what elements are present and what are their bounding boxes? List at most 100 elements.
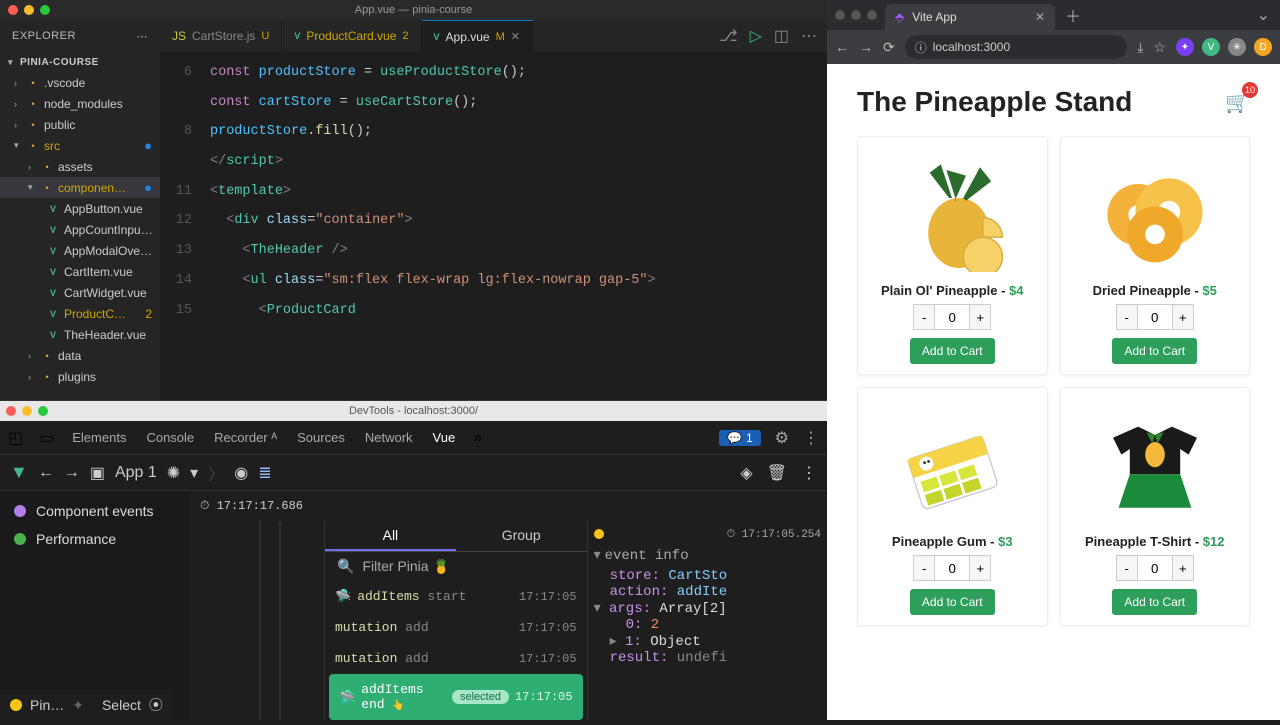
gear-icon[interactable]: ⚙	[775, 428, 789, 448]
forward-icon[interactable]: →	[859, 39, 873, 55]
filter-input[interactable]: 🔍 Filter Pinia 🍍	[325, 552, 587, 581]
info-icon: ⓘ	[915, 39, 927, 56]
overflow-icon[interactable]: »	[473, 429, 482, 447]
quantity-stepper[interactable]: -+	[913, 555, 991, 581]
kebab-icon[interactable]: ⋮	[803, 428, 819, 448]
back-icon[interactable]: ←	[835, 39, 849, 55]
tree-folder[interactable]: ›🞄node_modules	[0, 93, 160, 114]
install-icon[interactable]: ⤓	[1137, 39, 1143, 56]
trash-icon[interactable]: 🗑	[767, 463, 787, 483]
increment-button: +	[1172, 555, 1194, 581]
tree-folder[interactable]: ▾🞄componen…●	[0, 177, 160, 198]
explorer-more-icon[interactable]: ⋯	[137, 30, 149, 43]
compass-icon[interactable]: ◉	[234, 463, 248, 483]
product-image	[1071, 147, 1240, 277]
tab-network[interactable]: Network	[363, 426, 415, 449]
event-row[interactable]: mutation add17:17:05	[325, 643, 587, 674]
product-image	[1071, 398, 1240, 528]
eye-off-icon[interactable]: ⦿	[149, 695, 163, 715]
cart-button[interactable]: 🛒 10	[1225, 90, 1250, 115]
increment-button: +	[1172, 304, 1194, 330]
gear-icon[interactable]: ✺	[167, 463, 180, 483]
back-icon[interactable]: ←	[38, 464, 54, 482]
tree-file[interactable]: VProductC…2	[0, 303, 160, 324]
more-icon[interactable]: ⋯	[801, 26, 817, 46]
inspect-icon[interactable]: ◰	[8, 428, 23, 448]
close-icon[interactable]: ✕	[511, 30, 520, 43]
product-card: Plain Ol' Pineapple - $4 -+ Add to Cart	[857, 136, 1048, 375]
quantity-stepper[interactable]: -+	[1116, 555, 1194, 581]
events-tab-all[interactable]: All	[325, 521, 456, 551]
code-editor[interactable]: 6const productStore = useProductStore();…	[160, 52, 827, 400]
tab-appvue[interactable]: VApp.vueM✕	[422, 20, 533, 52]
forward-icon[interactable]: →	[64, 464, 80, 482]
devtools-tabs: ◰ ▭ Elements Console Recorder ᴬ Sources …	[0, 421, 827, 455]
close-icon[interactable]: ✕	[1035, 10, 1045, 24]
tree-file[interactable]: VCartItem.vue	[0, 261, 160, 282]
tab-elements[interactable]: Elements	[70, 426, 128, 449]
chevron-down-icon[interactable]: ▾	[190, 463, 198, 483]
add-to-cart-button[interactable]: Add to Cart	[910, 589, 995, 615]
select-button[interactable]: Select	[102, 697, 141, 713]
quantity-stepper[interactable]: -+	[1116, 304, 1194, 330]
tree-folder[interactable]: ›🞄public	[0, 114, 160, 135]
tab-sources[interactable]: Sources	[295, 426, 347, 449]
tree-folder[interactable]: ▾🞄src●	[0, 135, 160, 156]
timeline-icon[interactable]: ≣	[258, 463, 271, 483]
tab-vue[interactable]: Vue	[431, 426, 458, 449]
tab-cartstore[interactable]: JSCartStore.jsU	[160, 20, 282, 52]
profile-icon[interactable]: D	[1254, 38, 1272, 56]
tree-folder[interactable]: ›🞄plugins	[0, 366, 160, 387]
events-tab-group[interactable]: Group	[456, 521, 587, 551]
kebab-icon[interactable]: ⋮	[801, 463, 817, 483]
play-icon[interactable]: ▷	[750, 26, 762, 46]
timeline-track[interactable]	[190, 521, 325, 720]
quantity-stepper[interactable]: -+	[913, 304, 991, 330]
window-controls[interactable]	[8, 5, 50, 15]
tree-file[interactable]: VAppButton.vue	[0, 198, 160, 219]
editor-title: App.vue — pinia-course	[355, 4, 472, 16]
tab-productcard[interactable]: VProductCard.vue2	[282, 20, 421, 52]
tree-folder[interactable]: ›🞄.vscode	[0, 72, 160, 93]
app-selector[interactable]: App 1	[115, 464, 157, 482]
new-tab-button[interactable]: ＋	[1055, 0, 1091, 31]
project-root[interactable]: ▾ PINIA-COURSE	[0, 53, 160, 72]
window-controls[interactable]	[6, 406, 48, 416]
tree-file[interactable]: VTheHeader.vue	[0, 324, 160, 345]
add-to-cart-button[interactable]: Add to Cart	[1112, 589, 1197, 615]
reload-icon[interactable]: ⟳	[883, 39, 895, 56]
branch-icon[interactable]: ⎇	[719, 26, 737, 46]
browser-tab[interactable]: ⬘ Vite App ✕	[885, 4, 1055, 30]
split-icon[interactable]: ◫	[774, 26, 789, 46]
tree-file[interactable]: VAppCountInpu…	[0, 219, 160, 240]
puzzle-icon[interactable]: ✦	[72, 697, 84, 714]
page-icon[interactable]: ▣	[90, 463, 105, 483]
event-row[interactable]: mutation add17:17:05	[325, 612, 587, 643]
browser-toolbar: ← → ⟳ ⓘ localhost:3000 ⤓ ☆ ✦ V ✳ D	[827, 30, 1280, 64]
lane-performance[interactable]: Performance	[0, 525, 190, 553]
lane-component-events[interactable]: Component events	[0, 497, 190, 525]
tree-folder[interactable]: ›🞄assets	[0, 156, 160, 177]
window-controls[interactable]	[835, 10, 877, 20]
tree-file[interactable]: VCartWidget.vue	[0, 282, 160, 303]
url-bar[interactable]: ⓘ localhost:3000	[905, 35, 1128, 59]
bookmark-icon[interactable]: ☆	[1153, 39, 1166, 56]
event-row-selected[interactable]: 🛸addItems end 👆selected17:17:05	[329, 674, 583, 720]
tree-folder[interactable]: ›🞄data	[0, 345, 160, 366]
extension-icon[interactable]: ✳	[1228, 38, 1246, 56]
divider-icon: 〉	[208, 461, 224, 485]
extension-icon[interactable]: ✦	[1176, 38, 1194, 56]
tab-console[interactable]: Console	[144, 426, 196, 449]
tree-file[interactable]: VAppModalOver…	[0, 240, 160, 261]
event-row[interactable]: 🛸addItems start17:17:05	[325, 581, 587, 612]
increment-button: +	[969, 304, 991, 330]
chevron-down-icon[interactable]: ⌄	[1247, 5, 1280, 25]
add-to-cart-button[interactable]: Add to Cart	[910, 338, 995, 364]
vue-devtools-ext-icon[interactable]: V	[1202, 38, 1220, 56]
quantity-input	[1138, 304, 1172, 330]
tab-recorder[interactable]: Recorder ᴬ	[212, 426, 279, 449]
add-to-cart-button[interactable]: Add to Cart	[1112, 338, 1197, 364]
device-icon[interactable]: ▭	[39, 428, 54, 448]
layers-icon[interactable]: ◈	[740, 463, 752, 483]
messages-badge[interactable]: 💬 1	[719, 430, 761, 446]
